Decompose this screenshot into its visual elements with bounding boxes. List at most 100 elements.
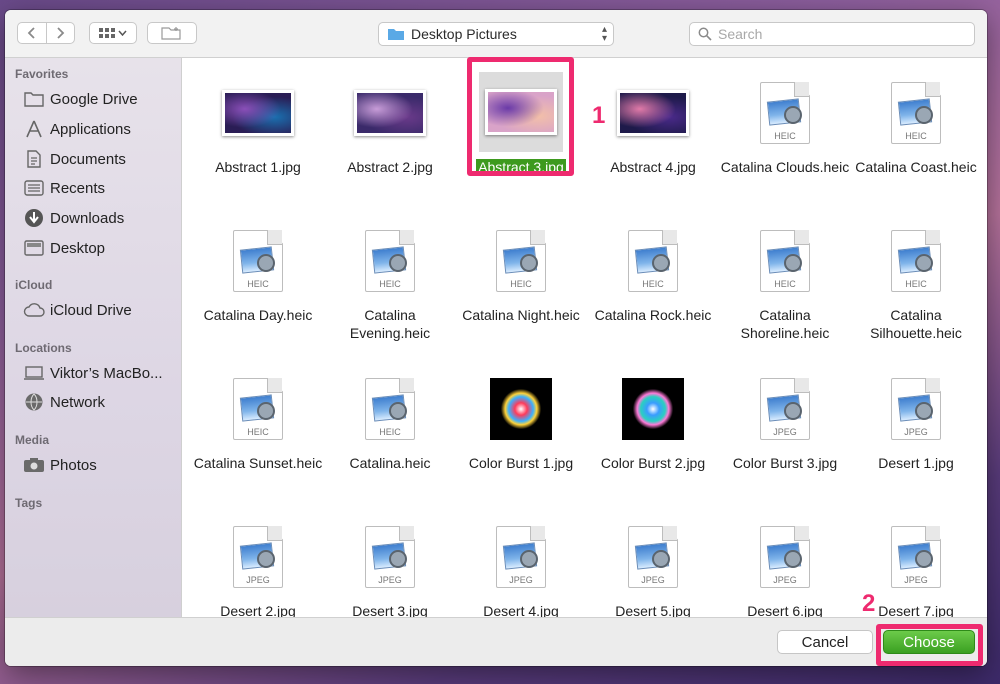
file-item[interactable]: Color Burst 1.jpg bbox=[455, 362, 587, 502]
sidebar-item-desktop[interactable]: Desktop bbox=[23, 235, 181, 261]
sidebar: Favorites Google Drive Applications Docu… bbox=[5, 58, 182, 618]
file-name-text: Abstract 1.jpg bbox=[215, 159, 301, 175]
file-type-tag: JPEG bbox=[904, 427, 928, 437]
sidebar-item-downloads[interactable]: Downloads bbox=[23, 205, 181, 231]
file-name: Desert 1.jpg bbox=[850, 454, 982, 472]
file-thumbnail: HEIC bbox=[587, 228, 719, 294]
file-name: Catalina Day.heic bbox=[192, 306, 324, 324]
file-thumbnail bbox=[455, 376, 587, 442]
file-item[interactable]: JPEG Desert 3.jpg bbox=[324, 510, 456, 618]
file-name-text: Desert 4.jpg bbox=[483, 603, 559, 618]
file-name-text: Catalina.heic bbox=[349, 455, 431, 471]
globe-icon bbox=[23, 393, 45, 411]
file-type-tag: HEIC bbox=[379, 427, 401, 437]
file-thumbnail: HEIC bbox=[719, 80, 851, 146]
file-name-text: Color Burst 2.jpg bbox=[600, 455, 706, 471]
image-document-icon: HEIC bbox=[233, 230, 283, 292]
sidebar-item-label: Applications bbox=[50, 120, 131, 138]
sidebar-item-documents[interactable]: Documents bbox=[23, 146, 181, 172]
file-name: Catalina Clouds.heic bbox=[719, 158, 851, 176]
documents-icon bbox=[23, 150, 45, 168]
sidebar-section-locations: Locations bbox=[15, 341, 72, 355]
image-document-icon: HEIC bbox=[760, 230, 810, 292]
file-type-tag: HEIC bbox=[905, 131, 927, 141]
file-type-tag: JPEG bbox=[773, 427, 797, 437]
file-thumbnail: HEIC bbox=[455, 228, 587, 294]
icon-view-grid-icon bbox=[99, 28, 127, 38]
sidebar-item-network[interactable]: Network bbox=[23, 389, 181, 415]
file-thumbnail: HEIC bbox=[850, 80, 982, 146]
file-item[interactable]: HEIC Catalina Clouds.heic bbox=[719, 66, 851, 206]
sidebar-item-label: Photos bbox=[50, 456, 97, 474]
file-item[interactable]: HEIC Catalina Night.heic bbox=[455, 214, 587, 354]
nav-buttons bbox=[17, 22, 75, 44]
file-item[interactable]: JPEG Desert 5.jpg bbox=[587, 510, 719, 618]
file-name-text: Catalina Coast.heic bbox=[855, 159, 977, 175]
file-item[interactable]: HEIC Catalina Rock.heic bbox=[587, 214, 719, 354]
file-item[interactable]: HEIC Catalina Evening.heic bbox=[324, 214, 456, 354]
file-item[interactable]: Abstract 1.jpg bbox=[192, 66, 324, 206]
file-item[interactable]: HEIC Catalina Silhouette.heic bbox=[850, 214, 982, 354]
file-item[interactable]: JPEG Desert 4.jpg bbox=[455, 510, 587, 618]
sidebar-item-applications[interactable]: Applications bbox=[23, 116, 181, 142]
file-item[interactable]: HEIC Catalina Sunset.heic bbox=[192, 362, 324, 502]
sidebar-item-recents[interactable]: Recents bbox=[23, 175, 181, 201]
image-document-icon: HEIC bbox=[760, 82, 810, 144]
file-name: Color Burst 2.jpg bbox=[587, 454, 719, 472]
forward-button[interactable] bbox=[47, 23, 75, 43]
file-name-text: Color Burst 1.jpg bbox=[468, 455, 574, 471]
file-thumbnail: HEIC bbox=[850, 228, 982, 294]
file-name-text: Catalina Day.heic bbox=[203, 307, 313, 323]
toolbar: Desktop Pictures ▴ ▾ Search bbox=[5, 10, 987, 58]
sidebar-section-tags: Tags bbox=[15, 496, 43, 510]
button-bar: Cancel Choose bbox=[5, 617, 987, 666]
image-document-icon: JPEG bbox=[233, 526, 283, 588]
file-item[interactable]: Color Burst 2.jpg bbox=[587, 362, 719, 502]
file-thumbnail: JPEG bbox=[192, 524, 324, 590]
view-options-button[interactable] bbox=[89, 22, 137, 44]
file-name: Catalina Coast.heic bbox=[850, 158, 982, 176]
file-item[interactable]: Abstract 4.jpg bbox=[587, 66, 719, 206]
sidebar-item-google-drive[interactable]: Google Drive bbox=[23, 86, 181, 112]
chevron-right-icon bbox=[57, 27, 65, 39]
image-thumbnail-icon bbox=[354, 90, 426, 136]
file-item[interactable]: HEIC Catalina Day.heic bbox=[192, 214, 324, 354]
updown-chevron-icon: ▴ ▾ bbox=[601, 24, 607, 44]
file-item[interactable]: JPEG Desert 6.jpg bbox=[719, 510, 851, 618]
file-thumbnail bbox=[192, 80, 324, 146]
sidebar-item-macbook[interactable]: Viktor’s MacBo... bbox=[23, 360, 181, 386]
file-item[interactable]: JPEG Desert 2.jpg bbox=[192, 510, 324, 618]
file-name: Catalina Evening.heic bbox=[324, 306, 456, 342]
sidebar-item-photos[interactable]: Photos bbox=[23, 452, 181, 478]
file-item[interactable]: JPEG Color Burst 3.jpg bbox=[719, 362, 851, 502]
file-item[interactable]: HEIC Catalina Coast.heic bbox=[850, 66, 982, 206]
file-name-text: Catalina Shoreline.heic bbox=[740, 307, 830, 341]
sidebar-item-label: Documents bbox=[50, 150, 126, 168]
file-name-text: Color Burst 3.jpg bbox=[732, 455, 838, 471]
file-thumbnail: HEIC bbox=[192, 228, 324, 294]
file-item[interactable]: HEIC Catalina Shoreline.heic bbox=[719, 214, 851, 354]
location-popup[interactable]: Desktop Pictures ▴ ▾ bbox=[378, 22, 614, 46]
file-item[interactable]: HEIC Catalina.heic bbox=[324, 362, 456, 502]
sidebar-item-label: Downloads bbox=[50, 209, 125, 227]
applications-icon bbox=[23, 120, 45, 138]
back-button[interactable] bbox=[18, 23, 46, 43]
search-field[interactable]: Search bbox=[689, 22, 975, 46]
camera-icon bbox=[23, 456, 45, 474]
file-name-text: Catalina Night.heic bbox=[462, 307, 580, 323]
file-item[interactable]: Abstract 2.jpg bbox=[324, 66, 456, 206]
cancel-button[interactable]: Cancel bbox=[777, 630, 873, 654]
file-item[interactable]: JPEG Desert 1.jpg bbox=[850, 362, 982, 502]
highlight-box-choose-button bbox=[876, 624, 983, 666]
file-name-text: Catalina Silhouette.heic bbox=[870, 307, 962, 341]
sidebar-item-icloud-drive[interactable]: iCloud Drive bbox=[23, 297, 181, 323]
image-document-icon: HEIC bbox=[365, 378, 415, 440]
file-thumbnail bbox=[587, 80, 719, 146]
image-document-icon: JPEG bbox=[891, 526, 941, 588]
file-thumbnail: JPEG bbox=[455, 524, 587, 590]
new-folder-button[interactable] bbox=[147, 22, 197, 44]
file-type-tag: JPEG bbox=[378, 575, 402, 585]
file-name: Desert 5.jpg bbox=[587, 602, 719, 618]
file-name: Desert 4.jpg bbox=[455, 602, 587, 618]
file-type-tag: JPEG bbox=[509, 575, 533, 585]
